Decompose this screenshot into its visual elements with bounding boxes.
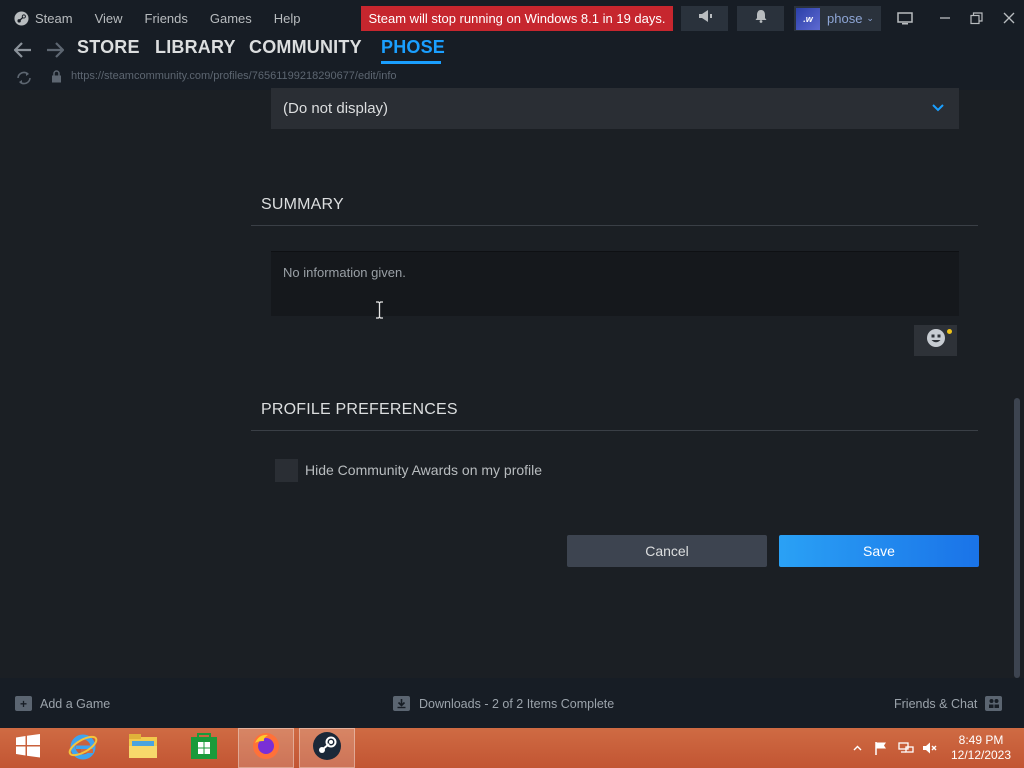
text-cursor-icon	[375, 301, 384, 324]
back-arrow-icon[interactable]	[12, 39, 34, 61]
user-name: phose	[827, 11, 863, 26]
privacy-select[interactable]: (Do not display)	[271, 88, 959, 129]
clock-time: 8:49 PM	[958, 733, 1004, 747]
taskbar-firefox[interactable]	[238, 728, 294, 768]
menu-games[interactable]: Games	[210, 11, 252, 26]
summary-text: No information given.	[283, 265, 406, 280]
menu-steam[interactable]: Steam	[35, 11, 73, 26]
divider	[251, 225, 978, 226]
windows-taskbar: 8:49 PM 12/12/2023	[0, 728, 1024, 768]
url-bar: https://steamcommunity.com/profiles/7656…	[0, 66, 1024, 90]
summary-heading: SUMMARY	[261, 196, 344, 213]
chevron-down-icon: ⌄	[866, 13, 874, 23]
file-explorer-icon	[127, 732, 159, 765]
user-menu-button[interactable]: .w phose ⌄	[794, 6, 881, 31]
system-clock[interactable]: 8:49 PM 12/12/2023	[944, 733, 1018, 763]
cancel-button[interactable]: Cancel	[567, 535, 767, 567]
announcements-button[interactable]	[681, 6, 728, 31]
start-icon	[15, 733, 41, 763]
new-indicator-dot	[947, 329, 952, 334]
menu-view[interactable]: View	[95, 11, 123, 26]
steam-logo-icon[interactable]	[14, 10, 29, 26]
hide-awards-checkbox[interactable]	[275, 459, 298, 482]
url-text[interactable]: https://steamcommunity.com/profiles/7656…	[71, 70, 397, 82]
clock-date: 12/12/2023	[950, 748, 1012, 762]
friends-icon	[985, 696, 1003, 711]
close-icon[interactable]	[997, 6, 1021, 30]
forward-arrow-icon[interactable]	[44, 39, 66, 61]
megaphone-icon	[697, 9, 713, 28]
avatar: .w	[796, 7, 820, 30]
status-bar: + Add a Game Downloads - 2 of 2 Items Co…	[0, 678, 1024, 728]
taskbar-internet-explorer[interactable]	[55, 728, 111, 768]
tab-profile[interactable]: PHOSE	[381, 37, 445, 58]
friends-chat-label: Friends & Chat	[894, 696, 978, 711]
downloads-button[interactable]: Downloads - 2 of 2 Items Complete	[393, 696, 614, 711]
menu-help[interactable]: Help	[274, 11, 301, 26]
big-picture-mode-icon[interactable]	[893, 6, 917, 30]
plus-icon: +	[15, 696, 32, 711]
scrollbar-thumb[interactable]	[1014, 398, 1020, 678]
chevron-down-icon	[931, 100, 945, 117]
menu-friends[interactable]: Friends	[145, 11, 188, 26]
taskbar-steam[interactable]	[299, 728, 355, 768]
download-icon	[393, 696, 410, 711]
tab-store[interactable]: STORE	[77, 37, 140, 58]
add-game-label: Add a Game	[40, 696, 111, 711]
lock-icon	[51, 70, 62, 88]
divider	[251, 430, 978, 431]
add-game-button[interactable]: + Add a Game	[15, 696, 110, 711]
nav-bar: STORE LIBRARY COMMUNITY PHOSE	[0, 36, 1024, 66]
taskbar-windows-store[interactable]	[176, 728, 232, 768]
bell-icon	[755, 9, 767, 28]
tab-library[interactable]: LIBRARY	[155, 37, 236, 58]
internet-explorer-icon	[67, 730, 99, 767]
show-hidden-icons-icon[interactable]	[849, 728, 865, 768]
save-button[interactable]: Save	[779, 535, 979, 567]
firefox-icon	[251, 731, 281, 766]
tab-community[interactable]: COMMUNITY	[249, 37, 362, 58]
emoticon-button[interactable]	[914, 325, 957, 356]
restore-icon[interactable]	[964, 6, 988, 30]
steam-icon	[312, 731, 342, 766]
taskbar-file-explorer[interactable]	[115, 728, 171, 768]
refresh-icon[interactable]	[16, 71, 32, 90]
smiley-icon	[926, 328, 946, 353]
windows-support-notice[interactable]: Steam will stop running on Windows 8.1 i…	[361, 6, 673, 31]
profile-edit-content: (Do not display) SUMMARY No information …	[0, 88, 1024, 678]
select-value: (Do not display)	[283, 100, 389, 117]
windows-store-icon	[189, 731, 219, 766]
minimize-icon[interactable]	[933, 6, 957, 30]
friends-chat-button[interactable]: Friends & Chat	[894, 696, 1003, 711]
downloads-label: Downloads - 2 of 2 Items Complete	[419, 696, 615, 711]
hide-awards-label[interactable]: Hide Community Awards on my profile	[305, 462, 542, 478]
profile-preferences-heading: PROFILE PREFERENCES	[261, 401, 458, 418]
network-icon[interactable]	[896, 728, 916, 768]
volume-muted-icon[interactable]	[920, 728, 940, 768]
active-tab-indicator	[381, 61, 441, 64]
start-button[interactable]	[0, 728, 56, 768]
notifications-button[interactable]	[737, 6, 784, 31]
action-center-flag-icon[interactable]	[872, 728, 890, 768]
